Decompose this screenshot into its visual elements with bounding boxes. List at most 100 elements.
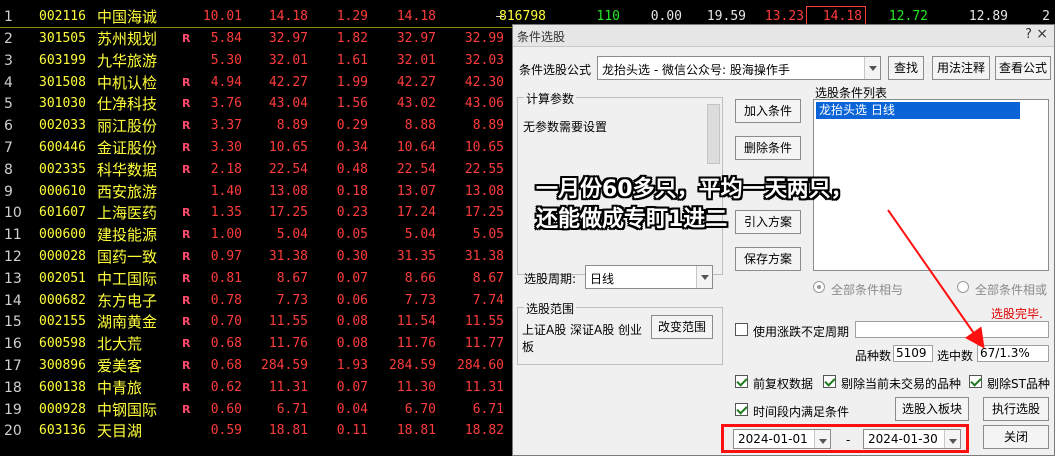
margin-flag: R xyxy=(182,97,191,111)
stock-code: 301505 xyxy=(39,31,86,46)
change-pct: 3.76 xyxy=(210,96,242,112)
ask: 43.06 xyxy=(464,96,504,112)
radio-or-label: 全部条件相或 xyxy=(975,283,1048,297)
adjust-label: 前复权数据 xyxy=(753,377,814,391)
bid: 6.70 xyxy=(404,401,436,417)
adjust-checkbox[interactable] xyxy=(735,375,748,388)
change-pct: 0.78 xyxy=(210,292,242,308)
radio-and[interactable] xyxy=(813,281,825,293)
price: 5.04 xyxy=(276,227,308,243)
stock-name: 金证股份 xyxy=(97,139,158,157)
delete-condition-button[interactable]: 删除条件 xyxy=(735,136,801,160)
period-condition-checkbox[interactable] xyxy=(735,403,748,416)
margin-flag xyxy=(182,420,196,442)
change-pct: 0.81 xyxy=(210,270,242,286)
change: 0.34 xyxy=(336,140,368,155)
stock-code: 002155 xyxy=(39,314,86,330)
ask: 32.03 xyxy=(464,52,504,68)
period-value: 日线 xyxy=(590,272,615,286)
price: 17.25 xyxy=(268,205,308,221)
list-item[interactable]: 龙抬头选 日线 xyxy=(816,102,1020,119)
change: 0.23 xyxy=(336,205,368,221)
stock-name: 中工国际 xyxy=(97,269,158,288)
margin-flag: R xyxy=(182,337,191,351)
price: 10.65 xyxy=(268,140,308,155)
scope-text: 上证A股 深证A股 创业板 xyxy=(522,323,643,354)
period-condition-label: 时间段内满足条件 xyxy=(753,405,850,419)
stock-name: 丽江股份 xyxy=(97,117,158,136)
to-block-button[interactable]: 选股入板块 xyxy=(895,397,969,421)
price: 11.76 xyxy=(268,336,308,352)
price: 7.73 xyxy=(276,292,308,308)
stock-code: 000028 xyxy=(39,249,86,264)
bid: 10.64 xyxy=(396,140,436,155)
count-label: 品种数 xyxy=(855,349,892,363)
params-scrollbar[interactable] xyxy=(707,104,720,164)
change-pct: 0.68 xyxy=(210,336,242,352)
margin-flag: R xyxy=(182,293,191,307)
help-icon[interactable]: ? xyxy=(1025,27,1032,42)
change-pct: 0.68 xyxy=(210,358,242,373)
header-row-cut xyxy=(0,0,1055,2)
period-select[interactable]: 日线 xyxy=(585,265,713,289)
unsure-period-input[interactable] xyxy=(855,321,1049,338)
stock-name: 苏州规划 xyxy=(97,30,158,48)
row-index: 1 xyxy=(4,9,13,25)
row-index: 20 xyxy=(4,423,22,440)
add-condition-button[interactable]: 加入条件 xyxy=(735,99,801,123)
radio-or[interactable] xyxy=(957,281,969,293)
stock-name: 中机认检 xyxy=(97,73,158,92)
change-pct: 5.84 xyxy=(210,31,242,46)
find-button[interactable]: 查找 xyxy=(888,56,924,80)
row-index: 15 xyxy=(4,314,22,331)
price: 32.97 xyxy=(268,31,308,46)
change: 0.18 xyxy=(336,183,368,199)
margin-flag xyxy=(182,50,196,72)
stock-name: 湖南黄金 xyxy=(97,313,158,332)
stock-name: 北大荒 xyxy=(97,335,143,354)
close-icon[interactable]: × xyxy=(1036,26,1048,42)
price: 8.89 xyxy=(276,118,308,134)
margin-flag: R xyxy=(182,119,191,133)
price: 11.31 xyxy=(268,379,308,395)
ask: 8.89 xyxy=(472,118,504,134)
st-checkbox[interactable] xyxy=(969,375,982,388)
stock-code: 301030 xyxy=(39,96,86,112)
selected-value: 67/1.3% xyxy=(977,345,1049,362)
change: 1.99 xyxy=(336,74,368,90)
run-screen-button[interactable]: 执行选股 xyxy=(983,397,1049,421)
change-pct: 1.35 xyxy=(210,205,242,221)
close-button[interactable]: 关闭 xyxy=(983,425,1049,449)
view-formula-button[interactable]: 查看公式 xyxy=(995,56,1051,80)
quote-extra-value: 14.18 xyxy=(806,6,866,26)
change-pct: 2.18 xyxy=(210,161,242,177)
row-index: 13 xyxy=(4,270,22,287)
change-scope-button[interactable]: 改变范围 xyxy=(651,315,713,339)
formula-select[interactable]: 龙抬头选 - 微信公众号: 股海操作手 xyxy=(597,56,881,80)
change: 0.30 xyxy=(336,249,368,264)
dialog-titlebar[interactable]: 条件选股 ? × xyxy=(513,25,1054,47)
stock-code: 601607 xyxy=(39,205,86,221)
bid: 284.59 xyxy=(389,358,436,373)
unsure-period-checkbox[interactable] xyxy=(735,323,748,336)
stock-code: 000600 xyxy=(39,227,86,243)
ask: 18.82 xyxy=(464,423,504,439)
change: 0.05 xyxy=(336,227,368,243)
price: 13.08 xyxy=(268,183,308,199)
margin-flag: R xyxy=(182,75,191,89)
stock-code: 600446 xyxy=(39,140,86,155)
margin-flag: R xyxy=(182,380,191,394)
usage-notes-button[interactable]: 用法注释 xyxy=(932,56,990,80)
chevron-down-icon[interactable] xyxy=(864,57,880,79)
save-scheme-button[interactable]: 保存方案 xyxy=(735,247,801,271)
ask: 13.08 xyxy=(464,183,504,199)
row-index: 6 xyxy=(4,118,13,135)
change-pct: 0.70 xyxy=(210,314,242,330)
change-pct: 3.37 xyxy=(210,118,242,134)
no-trade-checkbox[interactable] xyxy=(823,375,836,388)
margin-flag: R xyxy=(182,206,191,220)
chevron-down-icon[interactable] xyxy=(696,266,712,288)
no-trade-label: 剔除当前未交易的品种 xyxy=(841,377,962,391)
row-index: 3 xyxy=(4,52,13,69)
price: 284.59 xyxy=(261,358,308,373)
